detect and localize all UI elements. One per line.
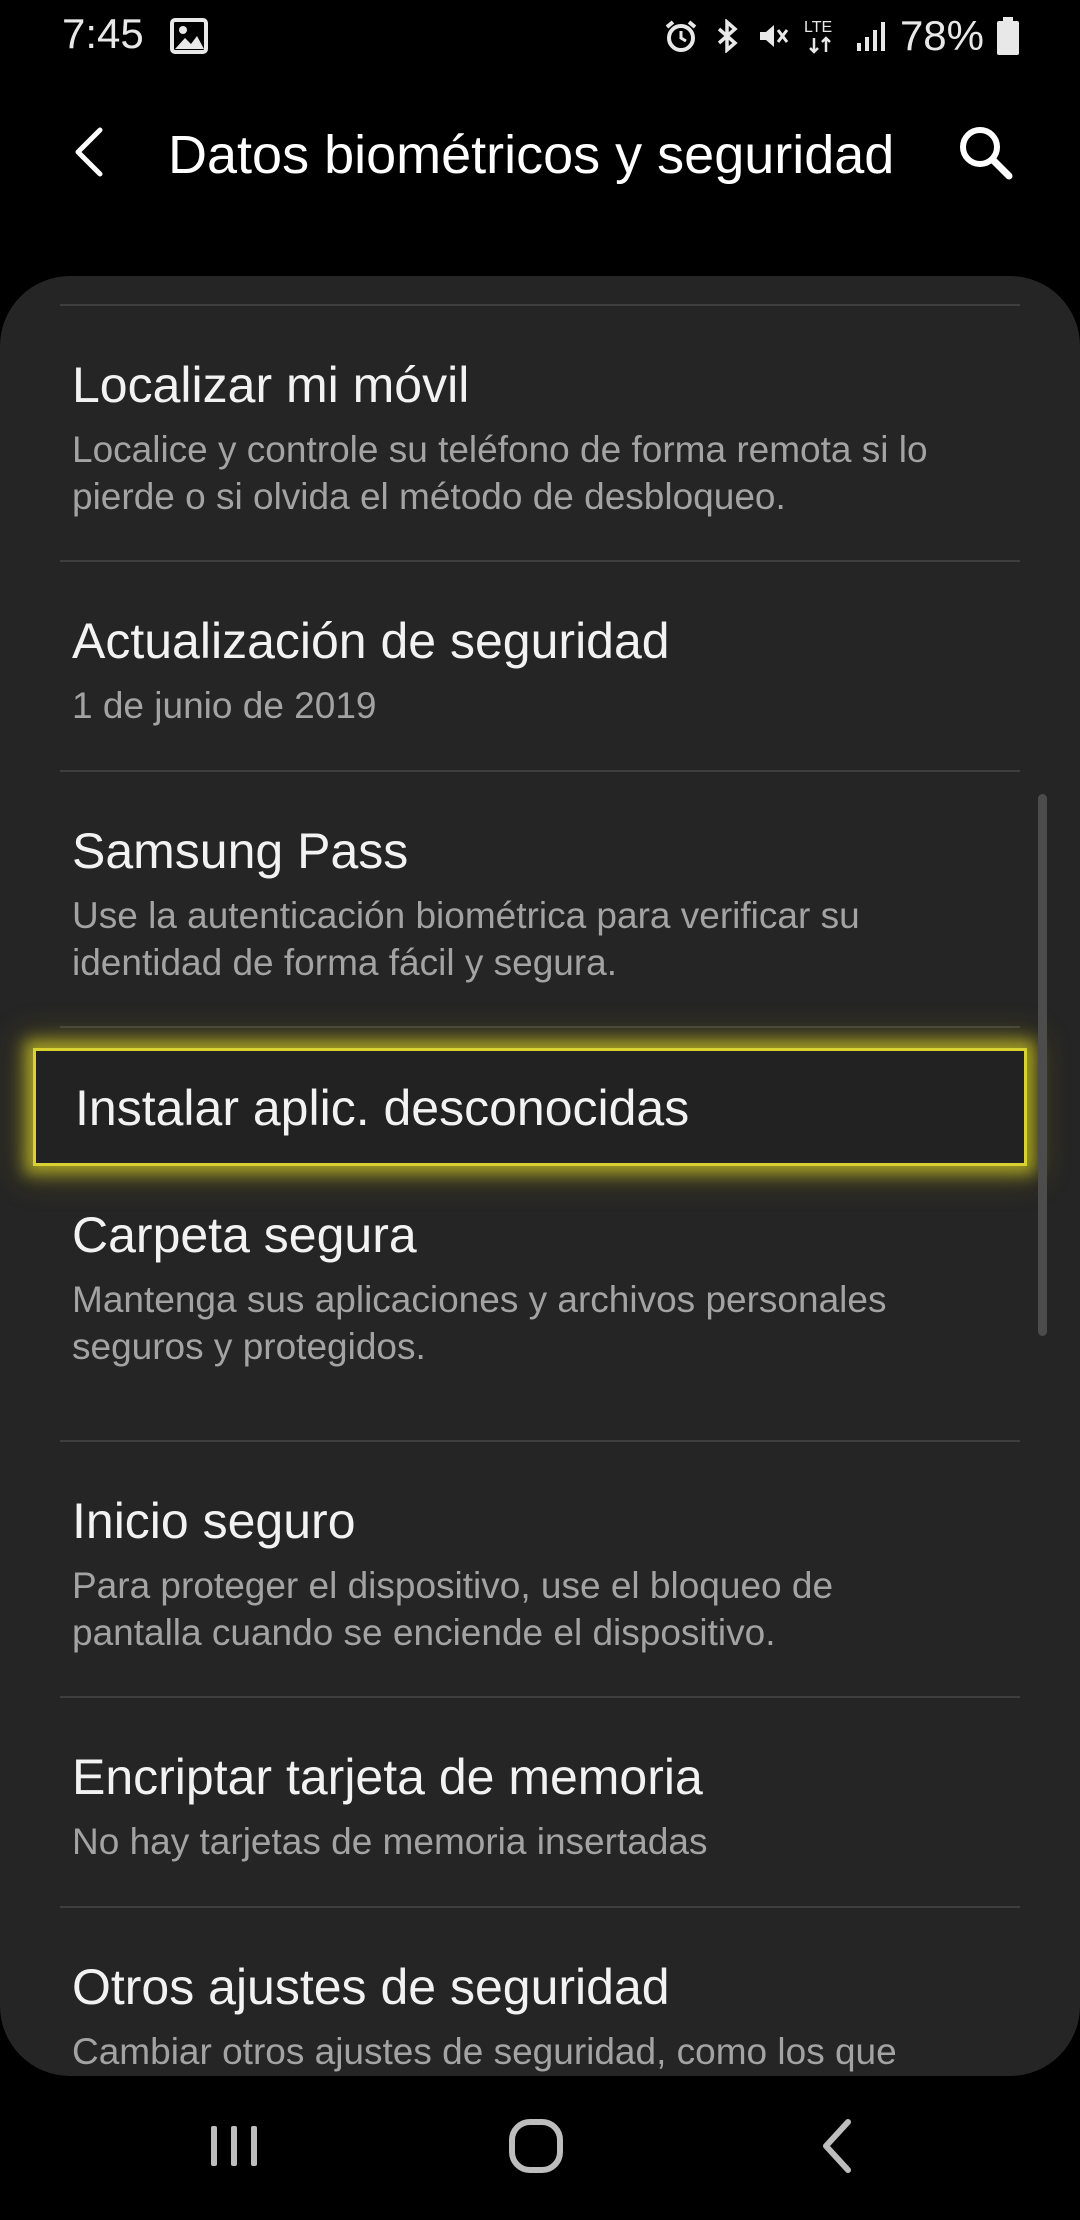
image-icon xyxy=(170,18,208,54)
setting-carpeta-segura[interactable]: Carpeta segura Mantenga sus aplicaciones… xyxy=(0,1184,1080,1438)
page-title: Datos biométricos y seguridad xyxy=(168,125,895,185)
setting-instalar-aplic-desconocidas[interactable]: Instalar aplic. desconocidas xyxy=(33,1048,1027,1166)
lte-icon: LTE xyxy=(804,19,832,54)
settings-list: Localizar mi móvil Localice y controle s… xyxy=(0,276,1080,2076)
setting-inicio-seguro[interactable]: Inicio seguro Para proteger el dispositi… xyxy=(0,1442,1080,1696)
setting-subtitle: No hay tarjetas de memoria insertadas xyxy=(72,1821,708,1862)
signal-icon xyxy=(856,22,885,51)
battery-icon xyxy=(997,17,1019,55)
setting-subtitle: Para proteger el dispositivo, use el blo… xyxy=(72,1565,834,1653)
setting-title: Encriptar tarjeta de memoria xyxy=(72,1749,703,1805)
status-time: 7:45 xyxy=(62,10,144,57)
setting-title: Instalar aplic. desconocidas xyxy=(75,1080,690,1136)
navigation-bar xyxy=(0,2076,1080,2220)
setting-subtitle: Use la autenticación biométrica para ver… xyxy=(72,895,860,983)
recent-apps-icon[interactable] xyxy=(194,2106,274,2186)
bluetooth-icon xyxy=(717,19,738,53)
setting-title: Samsung Pass xyxy=(72,823,409,879)
scrollbar[interactable] xyxy=(1038,794,1047,1336)
alarm-icon xyxy=(665,20,697,52)
setting-localizar-movil[interactable]: Localizar mi móvil Localice y controle s… xyxy=(0,306,1080,562)
setting-subtitle: Cambiar otros ajustes de seguridad, como… xyxy=(72,2031,897,2072)
lte-label: LTE xyxy=(804,19,832,36)
back-icon[interactable] xyxy=(798,2106,878,2186)
status-bar: 7:45 LTE 78% xyxy=(0,0,1080,72)
back-arrow-icon[interactable] xyxy=(62,122,122,182)
setting-title: Actualización de seguridad xyxy=(72,613,670,669)
status-icons: LTE 78% xyxy=(664,8,1020,64)
app-header: Datos biométricos y seguridad xyxy=(0,72,1080,272)
setting-subtitle: Localice y controle su teléfono de forma… xyxy=(72,429,928,517)
home-icon[interactable] xyxy=(496,2106,576,2186)
setting-actualizacion-seguridad[interactable]: Actualización de seguridad 1 de junio de… xyxy=(0,562,1080,772)
setting-samsung-pass[interactable]: Samsung Pass Use la autenticación biomét… xyxy=(0,772,1080,1028)
setting-subtitle: Mantenga sus aplicaciones y archivos per… xyxy=(72,1279,887,1367)
setting-title: Localizar mi móvil xyxy=(72,357,470,413)
search-icon[interactable] xyxy=(955,122,1015,182)
setting-encriptar-tarjeta[interactable]: Encriptar tarjeta de memoria No hay tarj… xyxy=(0,1698,1080,1906)
divider xyxy=(60,1026,1020,1028)
battery-percent: 78% xyxy=(899,12,984,59)
mute-icon xyxy=(759,25,789,47)
setting-title: Carpeta segura xyxy=(72,1207,417,1263)
setting-subtitle: 1 de junio de 2019 xyxy=(72,685,377,726)
setting-title: Inicio seguro xyxy=(72,1493,356,1549)
setting-title: Otros ajustes de seguridad xyxy=(72,1959,670,2015)
setting-otros-ajustes[interactable]: Otros ajustes de seguridad Cambiar otros… xyxy=(0,1908,1080,2076)
